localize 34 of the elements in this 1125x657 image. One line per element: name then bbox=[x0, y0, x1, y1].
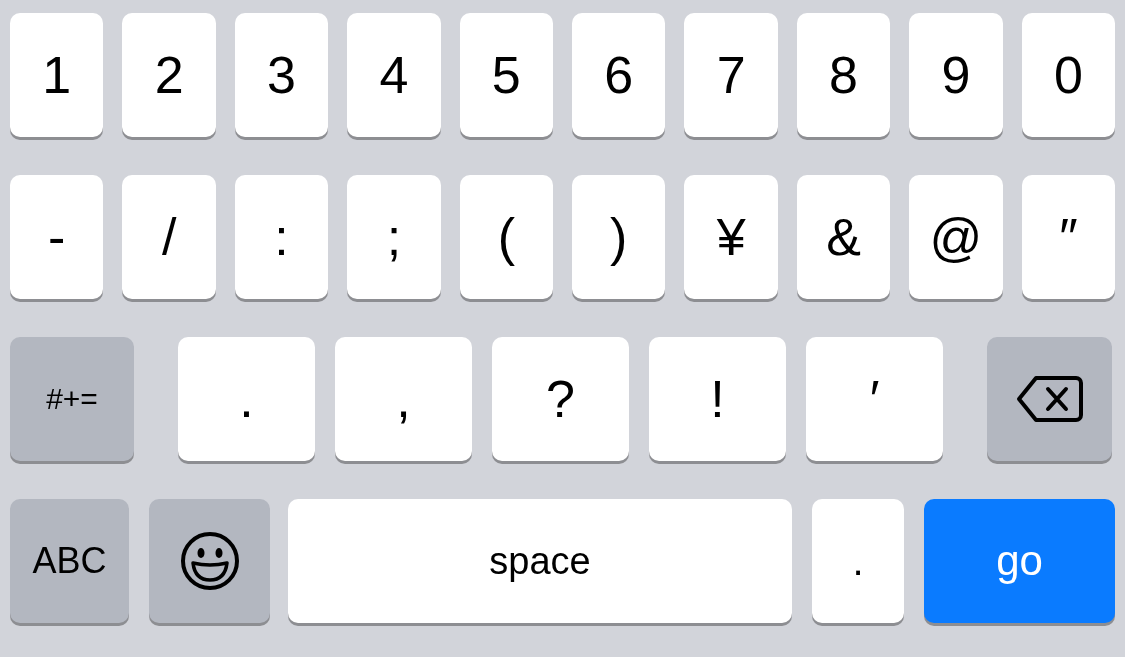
character-key[interactable]: : bbox=[234, 175, 329, 299]
space-key[interactable]: space bbox=[288, 499, 792, 623]
character-key[interactable]: 5 bbox=[459, 13, 554, 137]
character-key[interactable]: ( bbox=[459, 175, 554, 299]
smiley-icon bbox=[179, 531, 240, 591]
character-key[interactable]: & bbox=[796, 175, 891, 299]
character-key[interactable]: ? bbox=[492, 337, 629, 461]
character-key[interactable]: 7 bbox=[684, 13, 778, 137]
character-key[interactable]: 3 bbox=[234, 13, 329, 137]
character-key[interactable]: ¥ bbox=[684, 175, 778, 299]
backspace-icon bbox=[1015, 375, 1084, 423]
character-key[interactable]: 9 bbox=[909, 13, 1003, 137]
go-key[interactable]: go bbox=[924, 499, 1115, 623]
character-key[interactable]: 0 bbox=[1021, 13, 1116, 137]
character-key[interactable]: . bbox=[812, 499, 904, 623]
character-key[interactable]: - bbox=[10, 175, 104, 299]
character-key[interactable]: ′ bbox=[806, 337, 943, 461]
emoji-key[interactable] bbox=[149, 499, 270, 623]
character-key[interactable]: 2 bbox=[122, 13, 216, 137]
character-key[interactable]: ) bbox=[572, 175, 666, 299]
character-key[interactable]: ″ bbox=[1021, 175, 1116, 299]
character-key[interactable]: @ bbox=[909, 175, 1003, 299]
character-key[interactable]: 6 bbox=[572, 13, 666, 137]
character-key[interactable]: 1 bbox=[10, 13, 104, 137]
character-key[interactable]: 4 bbox=[347, 13, 441, 137]
delete-key[interactable] bbox=[987, 337, 1112, 461]
character-key[interactable]: 8 bbox=[796, 13, 891, 137]
character-key[interactable]: ; bbox=[347, 175, 441, 299]
mode-key[interactable]: #+= bbox=[10, 337, 134, 461]
character-key[interactable]: , bbox=[335, 337, 472, 461]
character-key[interactable]: . bbox=[178, 337, 315, 461]
mode-key[interactable]: ABC bbox=[10, 499, 129, 623]
character-key[interactable]: / bbox=[122, 175, 216, 299]
character-key[interactable]: ! bbox=[649, 337, 786, 461]
